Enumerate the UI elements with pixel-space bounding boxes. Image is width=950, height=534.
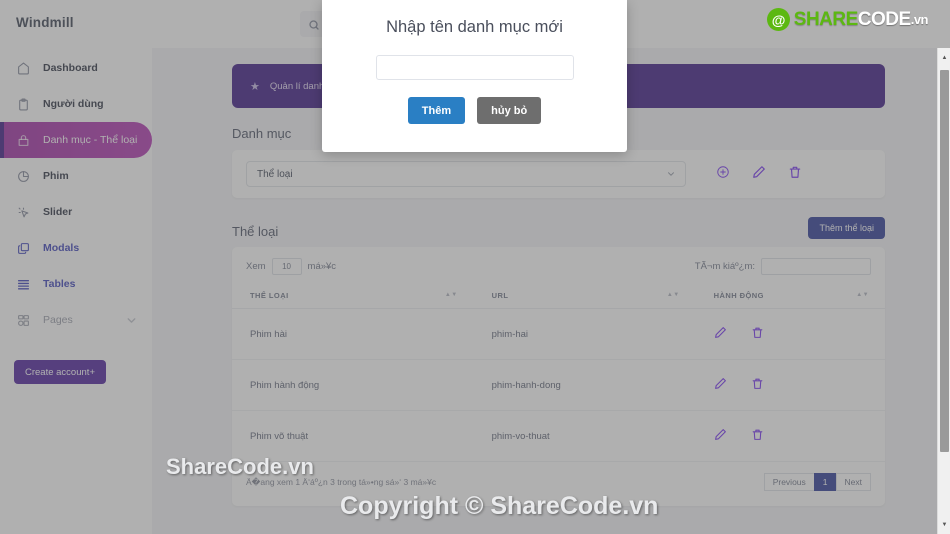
modal-confirm-button[interactable]: Thêm: [407, 97, 466, 124]
modal-actions: Thêm hủy bỏ: [407, 97, 542, 124]
logo-code-text: CODE: [857, 8, 911, 30]
sharecode-logo: @ SHARE CODE .vn: [766, 8, 929, 31]
logo-share-text: SHARE: [793, 8, 859, 30]
vertical-scrollbar[interactable]: ▲ ▼: [937, 48, 950, 534]
logo-vn-text: .vn: [910, 12, 929, 27]
new-category-modal: Nhập tên danh mục mới Thêm hủy bỏ: [322, 0, 627, 152]
sharecode-mark-icon: @: [766, 8, 790, 31]
modal-title: Nhập tên danh mục mới: [386, 18, 563, 36]
scroll-up-icon[interactable]: ▲: [938, 51, 950, 64]
scroll-down-icon[interactable]: ▼: [938, 518, 950, 531]
new-category-input[interactable]: [375, 55, 574, 80]
scrollbar-thumb[interactable]: [940, 70, 949, 452]
modal-cancel-button[interactable]: hủy bỏ: [477, 97, 542, 124]
